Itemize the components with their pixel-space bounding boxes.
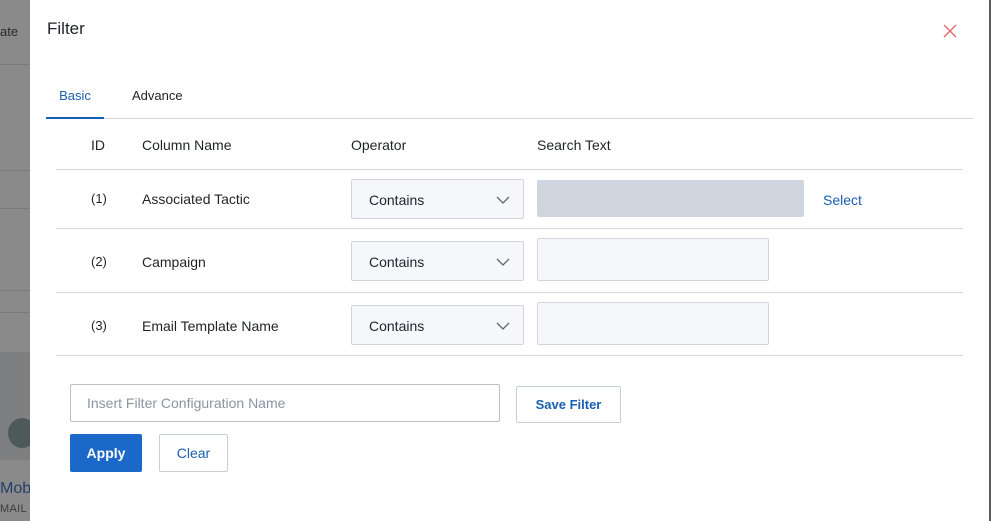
background-title-fragment: ate: [0, 24, 19, 39]
search-text-input: [537, 180, 804, 217]
divider: [56, 228, 963, 229]
close-icon[interactable]: [941, 22, 959, 40]
row-id: (1): [91, 191, 107, 206]
background-page: ate Mob MAIL: [0, 0, 30, 521]
chevron-down-icon: [496, 322, 510, 330]
header-operator: Operator: [351, 137, 407, 153]
header-id: ID: [91, 137, 105, 153]
operator-value: Contains: [369, 254, 425, 270]
tab-label: Advance: [132, 88, 183, 103]
row-column-name: Associated Tactic: [142, 191, 250, 207]
clear-button[interactable]: Clear: [159, 434, 228, 472]
filter-panel: Filter Basic Advance ID Column Name Oper…: [30, 0, 991, 521]
operator-select[interactable]: Contains: [351, 241, 524, 281]
divider: [0, 290, 30, 291]
row-column-name: Campaign: [142, 254, 206, 270]
row-id: (3): [91, 318, 107, 333]
save-filter-button[interactable]: Save Filter: [516, 386, 621, 423]
operator-value: Contains: [369, 318, 425, 334]
operator-value: Contains: [369, 192, 425, 208]
background-card-subtitle: MAIL: [0, 503, 27, 515]
background-card-image: [8, 418, 30, 448]
header-column-name: Column Name: [142, 137, 232, 153]
row-column-name: Email Template Name: [142, 318, 279, 334]
divider: [56, 169, 963, 170]
chevron-down-icon: [496, 258, 510, 266]
divider: [0, 312, 30, 313]
divider: [0, 170, 30, 171]
filter-tabs: Basic Advance: [46, 84, 973, 119]
tab-label: Basic: [59, 88, 91, 103]
background-card-title: Mob: [0, 480, 30, 497]
apply-button[interactable]: Apply: [70, 434, 142, 472]
header-search-text: Search Text: [537, 137, 611, 153]
operator-select[interactable]: Contains: [351, 305, 524, 345]
tab-advance[interactable]: Advance: [132, 88, 183, 119]
divider: [0, 208, 30, 209]
divider: [56, 292, 963, 293]
search-text-input[interactable]: [537, 238, 769, 281]
chevron-down-icon: [496, 196, 510, 204]
operator-select[interactable]: Contains: [351, 179, 524, 219]
search-text-input[interactable]: [537, 302, 769, 345]
divider: [0, 64, 30, 65]
row-id: (2): [91, 254, 107, 269]
divider: [56, 355, 963, 356]
select-link[interactable]: Select: [823, 192, 862, 208]
panel-title: Filter: [47, 19, 85, 38]
tab-basic[interactable]: Basic: [46, 88, 104, 119]
filter-config-name-input[interactable]: [70, 384, 500, 422]
